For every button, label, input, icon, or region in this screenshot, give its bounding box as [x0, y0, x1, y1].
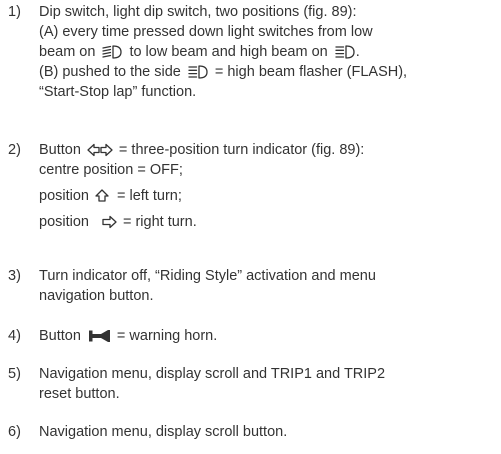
item-text-segment: position	[39, 214, 89, 230]
item-line: Dip switch, light dip switch, two positi…	[39, 4, 357, 20]
item-text-segment: = three-position turn indicator (fig. 89…	[118, 142, 365, 158]
horn-icon	[88, 330, 110, 342]
item-line: Turn indicator off, “Riding Style” activ…	[39, 268, 376, 284]
item-line: (A) every time pressed down light switch…	[39, 24, 373, 40]
item-text-segment: position	[39, 188, 89, 204]
item-text-segment: beam on	[39, 44, 96, 60]
item-text-segment: = right turn.	[122, 214, 197, 230]
item-line: position = left turn;	[39, 186, 497, 206]
item-text: Navigation menu, display scroll button.	[39, 422, 497, 442]
item-text-segment: = high beam flasher (FLASH),	[214, 64, 408, 80]
item-text: Navigation menu, display scroll and TRIP…	[39, 364, 497, 404]
item-number: 3)	[8, 268, 21, 284]
turn-right-icon	[102, 215, 117, 229]
item-text-segment: to low beam and high beam on	[129, 44, 328, 60]
turn-indicator-both-icon	[87, 143, 113, 157]
high-beam-icon	[335, 45, 355, 59]
item-line: Button = three-position turn indicator (f…	[39, 140, 497, 160]
item-text-segment: .	[355, 44, 360, 60]
item-number: 4)	[8, 328, 21, 344]
item-line: position = right turn.	[39, 212, 497, 232]
item-line: “Start-Stop lap” function.	[39, 84, 197, 100]
low-beam-icon	[102, 45, 123, 59]
item-text: Dip switch, light dip switch, two positi…	[39, 2, 497, 102]
item-text: Button = three-position turn indicator (f…	[39, 140, 497, 232]
item-text-segment: Button	[39, 142, 81, 158]
item-line: (B) pushed to the side = high beam flashe…	[39, 62, 497, 82]
item-line: beam on to low beam and high beam on.	[39, 42, 497, 62]
item-line: reset button.	[39, 386, 120, 402]
item-text-segment: = warning horn.	[116, 328, 218, 344]
item-text-segment: = left turn;	[116, 188, 182, 204]
turn-left-icon	[95, 189, 109, 202]
item-number: 2)	[8, 142, 21, 158]
item-text-segment: Button	[39, 328, 81, 344]
item-line: Navigation menu, display scroll and TRIP…	[39, 366, 386, 382]
item-line: navigation button.	[39, 288, 154, 304]
item-text: Turn indicator off, “Riding Style” activ…	[39, 266, 497, 306]
item-number: 5)	[8, 366, 21, 382]
item-line: Navigation menu, display scroll button.	[39, 424, 288, 440]
item-text: Button = warning horn.	[39, 326, 497, 346]
item-text-segment: (B) pushed to the side	[39, 64, 181, 80]
item-line: centre position = OFF;	[39, 162, 183, 178]
item-line: Button = warning horn.	[39, 326, 497, 346]
high-beam-icon	[188, 65, 208, 79]
item-number: 6)	[8, 424, 21, 440]
item-number: 1)	[8, 4, 21, 20]
